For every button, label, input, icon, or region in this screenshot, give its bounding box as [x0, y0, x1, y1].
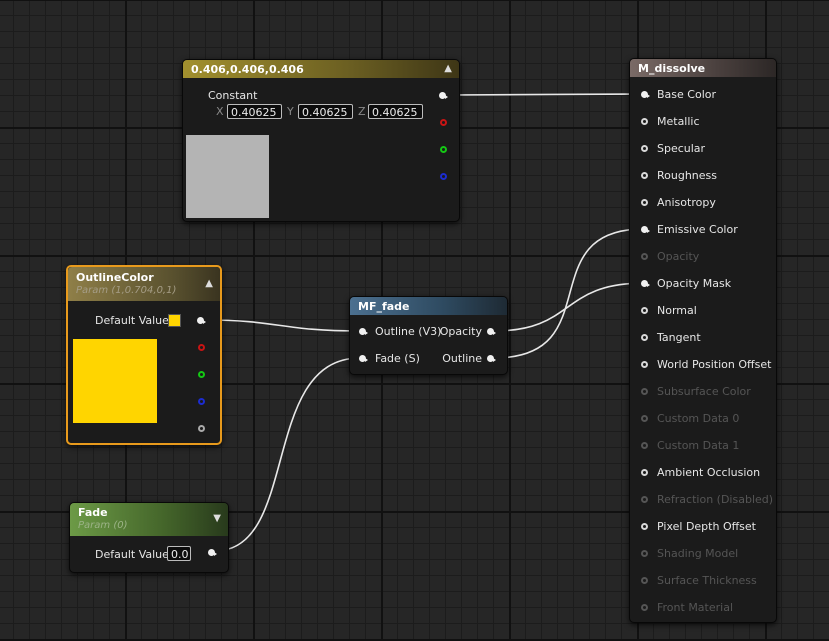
material-input-label: Shading Model: [657, 547, 739, 560]
material-input-label: Roughness: [657, 169, 718, 182]
default-value-label: Default Value: [95, 314, 169, 327]
outlinecolor-node-subtitle: Param (1,0.704,0,1): [76, 285, 177, 296]
fade-param-node[interactable]: Fade Param (0) ▼ Default Value 0.0: [69, 502, 229, 573]
mf-fade-node[interactable]: MF_fade Outline (V3) Fade (S) Opacity Ou…: [349, 296, 508, 375]
material-input-label: Ambient Occlusion: [657, 466, 761, 479]
material-input-label: Opacity: [657, 250, 700, 263]
material-input-pin[interactable]: [641, 361, 648, 368]
mf-fade-node-title: MF_fade: [358, 299, 410, 313]
material-input-pin: [641, 253, 648, 260]
b-output-pin[interactable]: [198, 398, 205, 405]
wire-fade-to-mf-fade: [214, 357, 361, 552]
material-node-header[interactable]: M_dissolve: [630, 59, 776, 77]
material-input-label: Emissive Color: [657, 223, 738, 236]
rgb-output-pin[interactable]: [439, 92, 448, 99]
material-input-label: Opacity Mask: [657, 277, 732, 290]
b-output-pin[interactable]: [440, 173, 447, 180]
outlinecolor-node[interactable]: OutlineColor Param (1,0.704,0,1) ▲ Defau…: [66, 265, 222, 445]
outlinecolor-node-title: OutlineColor: [76, 271, 154, 284]
fade-input-pin[interactable]: [359, 355, 368, 362]
outline-input-pin[interactable]: [359, 328, 368, 335]
constant-label: Constant: [208, 89, 258, 102]
material-input-label: Anisotropy: [657, 196, 716, 209]
wire-outlinecolor-to-mf-fade: [204, 319, 361, 332]
default-value-color-swatch[interactable]: [168, 314, 181, 327]
material-input-pin[interactable]: [641, 118, 648, 125]
r-output-pin[interactable]: [440, 119, 447, 126]
material-input-pin[interactable]: [641, 307, 648, 314]
outline-output-pin[interactable]: [487, 355, 496, 362]
y-axis-label: Y: [287, 105, 294, 118]
material-input-pin[interactable]: [641, 523, 648, 530]
value-output-pin[interactable]: [208, 549, 217, 556]
wire-outline-to-emissive-color: [493, 228, 645, 359]
opacity-output-pin[interactable]: [487, 328, 496, 335]
material-input-pin: [641, 577, 648, 584]
material-node-title: M_dissolve: [638, 61, 706, 75]
material-input-pin: [641, 604, 648, 611]
material-input-label: Metallic: [657, 115, 700, 128]
default-value-label: Default Value: [95, 548, 169, 561]
x-axis-label: X: [216, 105, 224, 118]
y-value-field[interactable]: 0.40625: [298, 104, 353, 119]
material-input-pin[interactable]: [641, 226, 650, 233]
constant-node-header[interactable]: 0.406,0.406,0.406 ▲: [183, 60, 459, 78]
material-input-label: Pixel Depth Offset: [657, 520, 756, 533]
material-input-label: Custom Data 0: [657, 412, 740, 425]
material-input-pin: [641, 550, 648, 557]
g-output-pin[interactable]: [198, 371, 205, 378]
rgb-output-pin[interactable]: [197, 317, 206, 324]
material-input-pin[interactable]: [641, 91, 650, 98]
material-input-label: Normal: [657, 304, 697, 317]
z-value-field[interactable]: 0.40625: [368, 104, 423, 119]
collapse-chevron-icon[interactable]: ▲: [444, 63, 452, 74]
default-value-field[interactable]: 0.0: [167, 546, 191, 561]
outline-input-label: Outline (V3): [375, 325, 442, 338]
fade-param-node-subtitle: Param (0): [78, 520, 128, 531]
material-input-label: World Position Offset: [657, 358, 772, 371]
material-input-pin: [641, 388, 648, 395]
z-axis-label: Z: [358, 105, 366, 118]
color-preview-swatch: [186, 135, 269, 218]
a-output-pin[interactable]: [198, 425, 205, 432]
material-input-pin: [641, 442, 648, 449]
material-input-pin[interactable]: [641, 280, 650, 287]
material-result-node[interactable]: M_dissolve Base Color Metallic Specular Rou…: [629, 58, 777, 623]
material-input-pin[interactable]: [641, 469, 648, 476]
material-input-pin: [641, 415, 648, 422]
wire-opacity-to-opacity-mask: [493, 282, 645, 332]
collapse-chevron-icon[interactable]: ▲: [205, 278, 213, 289]
material-input-pin[interactable]: [641, 334, 648, 341]
opacity-output-label: Opacity: [439, 325, 482, 338]
constant-node-title: 0.406,0.406,0.406: [191, 62, 304, 76]
material-input-label: Tangent: [657, 331, 701, 344]
material-input-pin: [641, 496, 648, 503]
g-output-pin[interactable]: [440, 146, 447, 153]
outline-output-label: Outline: [442, 352, 482, 365]
x-value-field[interactable]: 0.40625: [227, 104, 282, 119]
outlinecolor-node-header[interactable]: OutlineColor Param (1,0.704,0,1) ▲: [68, 267, 220, 301]
fade-param-node-title: Fade: [78, 506, 108, 519]
fade-param-node-header[interactable]: Fade Param (0) ▼: [70, 503, 228, 536]
material-input-label: Subsurface Color: [657, 385, 751, 398]
material-input-label: Front Material: [657, 601, 734, 614]
material-input-label: Base Color: [657, 88, 717, 101]
r-output-pin[interactable]: [198, 344, 205, 351]
mf-fade-node-header[interactable]: MF_fade: [350, 297, 507, 315]
material-input-label: Custom Data 1: [657, 439, 740, 452]
material-input-pin[interactable]: [641, 172, 648, 179]
fade-input-label: Fade (S): [375, 352, 420, 365]
constant-node[interactable]: 0.406,0.406,0.406 ▲ Constant X 0.40625 Y…: [182, 59, 460, 222]
wire-constant-to-base-color: [448, 93, 645, 96]
material-input-pin[interactable]: [641, 145, 648, 152]
expand-chevron-icon[interactable]: ▼: [213, 513, 221, 524]
material-input-pin[interactable]: [641, 199, 648, 206]
material-input-label: Specular: [657, 142, 706, 155]
color-preview-swatch: [73, 339, 157, 423]
material-input-label: Refraction (Disabled): [657, 493, 774, 506]
material-input-label: Surface Thickness: [657, 574, 757, 587]
